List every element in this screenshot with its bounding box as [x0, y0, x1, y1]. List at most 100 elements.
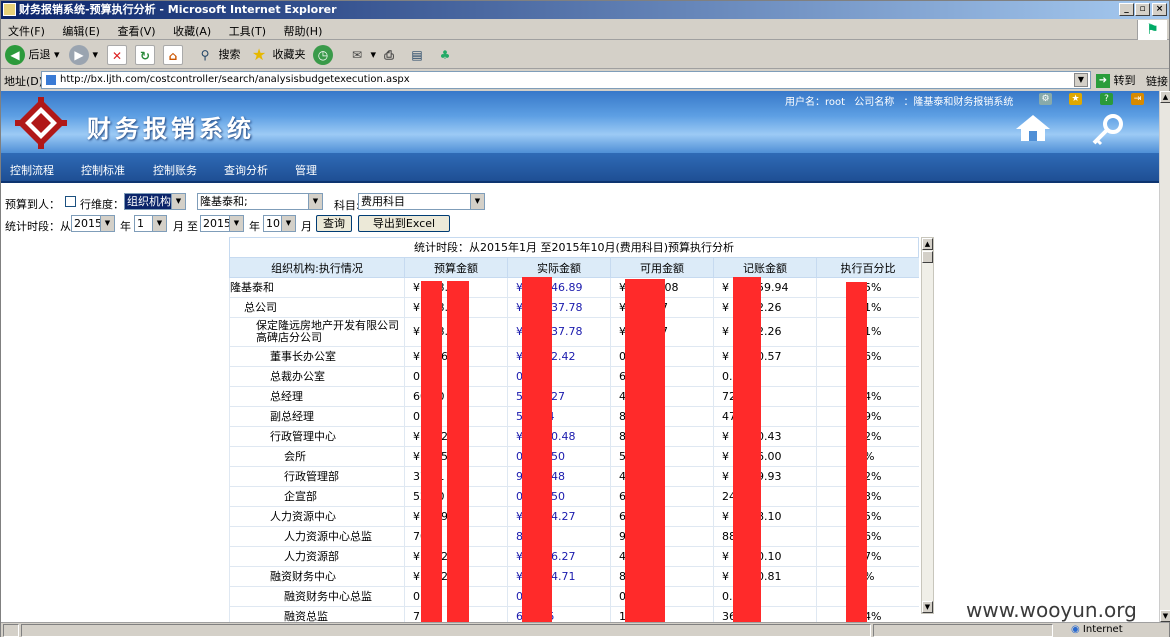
row-org-name: 融资总监	[229, 606, 405, 622]
help-icon[interactable]: ?	[1100, 93, 1113, 105]
row-org-name: 人力资源中心总监	[229, 526, 405, 547]
table-row: 融资财务中心总监00.00000.00%	[229, 586, 919, 607]
messenger-button[interactable]: ♣	[435, 44, 455, 66]
row-org-name: 保定隆远房地产开发有限公司高碑店分公司	[229, 317, 405, 347]
row-org-name: 行政管理中心	[229, 426, 405, 447]
col-actual: 实际金额	[507, 257, 611, 278]
from-month-select[interactable]: 1 ▼	[134, 215, 167, 232]
menu-file[interactable]: 文件(F)	[1, 20, 52, 42]
menu-favorites[interactable]: 收藏(A)	[166, 20, 218, 42]
report-scrollbar[interactable]: ▲ ▼	[921, 237, 934, 614]
report-title: 统计时段：从2015年1月 至2015年10月(费用科目)预算执行分析	[229, 237, 919, 257]
favorite-star-icon[interactable]: ★	[1069, 93, 1082, 105]
cell-pct: 3%	[816, 566, 919, 587]
nav-item-control-flow[interactable]: 控制流程	[10, 162, 54, 178]
col-available: 可用金额	[610, 257, 714, 278]
filter-panel: 预算到人： 行维度： 组织机构 ▼ 隆基泰和; ▼ 科目: 费用科目 ▼ 统计时…	[1, 191, 1159, 235]
nav-item-manage[interactable]: 管理	[295, 162, 317, 178]
budget-to-checkbox[interactable]	[65, 196, 76, 207]
address-input[interactable]: http://bx.ljth.com/costcontroller/search…	[41, 71, 1091, 89]
cell-pct: %	[816, 366, 919, 387]
export-excel-button[interactable]: 导出到Excel	[358, 215, 450, 232]
close-button[interactable]: ×	[1152, 3, 1167, 16]
col-budget: 预算金额	[404, 257, 508, 278]
edit-button[interactable]: ▤	[407, 44, 427, 66]
scroll-up-icon[interactable]: ▲	[922, 238, 933, 250]
from-month-unit: 月	[173, 220, 184, 233]
forward-button[interactable]: ▶ ▾	[69, 44, 98, 66]
cell-pct: 06%	[816, 526, 919, 547]
minimize-button[interactable]: _	[1119, 3, 1134, 16]
redaction-bar	[625, 279, 665, 622]
cell-pct: 93%	[816, 486, 919, 507]
org-select[interactable]: 隆基泰和; ▼	[197, 193, 323, 210]
browser-window: 财务报销系统-预算执行分析 - Microsoft Internet Explo…	[0, 0, 1170, 637]
home-icon[interactable]	[1014, 113, 1052, 143]
status-bar: ◉ Internet	[1, 622, 1169, 637]
cell-booked: 0.00	[713, 366, 817, 387]
menu-help[interactable]: 帮助(H)	[277, 20, 330, 42]
cell-pct: 76%	[816, 346, 919, 367]
menu-tools[interactable]: 工具(T)	[222, 20, 273, 42]
scroll-thumb[interactable]	[922, 251, 933, 263]
col-percent: 执行百分比	[816, 257, 919, 278]
star-icon: ★	[249, 45, 269, 65]
cell-booked: 0.00	[713, 586, 817, 607]
back-button[interactable]: ◀ 后退 ▾	[5, 44, 60, 66]
settings-icon[interactable]: ⚙	[1039, 93, 1052, 105]
scroll-down-icon[interactable]: ▼	[922, 601, 933, 613]
key-icon[interactable]	[1089, 113, 1125, 147]
row-dim-label: 行维度：	[80, 198, 124, 211]
history-button[interactable]: ◷	[313, 44, 333, 66]
page-scroll-up-icon[interactable]: ▲	[1160, 91, 1170, 103]
table-row: 融资总监7.83684.5513.28363.3074%	[229, 606, 919, 622]
to-year-select[interactable]: 2015 ▼	[200, 215, 244, 232]
system-title: 财务报销系统	[87, 114, 255, 143]
redaction-bar	[522, 277, 552, 622]
home-button[interactable]: ⌂	[163, 44, 183, 66]
watermark: www.wooyun.org	[963, 598, 1140, 622]
period-label: 统计时段：从	[5, 220, 71, 233]
cell-pct: 11%	[816, 317, 919, 347]
page-scrollbar[interactable]: ▲ ▼	[1159, 91, 1170, 622]
stop-button[interactable]: ✕	[107, 44, 127, 66]
row-org-name: 人力资源中心	[229, 506, 405, 527]
table-row: 副总经理0.00516.2483.76470.5489%	[229, 406, 919, 427]
query-button[interactable]: 查询	[316, 215, 352, 232]
favorites-button[interactable]: ★ 收藏夹	[249, 44, 306, 66]
to-year-unit: 年	[249, 220, 260, 233]
logout-icon[interactable]: ⇥	[1131, 93, 1144, 105]
company-label: 公司名称	[854, 97, 895, 108]
mail-button[interactable]: ✉ ▾	[347, 44, 376, 66]
menu-edit[interactable]: 编辑(E)	[55, 20, 107, 42]
subject-select[interactable]: 费用科目 ▼	[358, 193, 485, 210]
cell-booked: ¥ 61,659.94	[713, 277, 817, 298]
cell-booked: ¥ 4,668.10	[713, 506, 817, 527]
maximize-button[interactable]: ▫	[1135, 3, 1150, 16]
table-row: 行政管理中心¥ 63.27¥ 0,130.48832.79¥ 0,890.430…	[229, 426, 919, 447]
links-button[interactable]: 链接	[1146, 73, 1168, 89]
windows-flag-icon: ⚑	[1137, 20, 1167, 40]
table-row: 隆基泰和¥ 608.97¥ 03,246.89¥ 5,262.08¥ 61,65…	[229, 277, 919, 298]
search-button[interactable]: ⚲ 搜索	[195, 44, 241, 66]
from-year-select[interactable]: 2015 ▼	[71, 215, 115, 232]
app-header: 财务报销系统 用户名：root 公司名称 ：隆基泰和财务报销系统 ⚙ ★ ? ⇥	[1, 91, 1159, 153]
org-dropdown-icon: ▼	[308, 194, 322, 209]
menu-view[interactable]: 查看(V)	[110, 20, 162, 42]
row-dim-select[interactable]: 组织机构 ▼	[124, 193, 186, 210]
nav-item-control-standard[interactable]: 控制标准	[81, 162, 125, 178]
stop-icon: ✕	[107, 45, 127, 65]
address-dropdown-icon[interactable]: ▼	[1074, 73, 1088, 87]
nav-item-control-accounts[interactable]: 控制账务	[153, 162, 197, 178]
to-month-select[interactable]: 10 ▼	[263, 215, 296, 232]
to-month-dropdown-icon: ▼	[281, 216, 295, 231]
go-button[interactable]: ➜ 转到	[1096, 72, 1136, 88]
refresh-button[interactable]: ↻	[135, 44, 155, 66]
printer-icon: ⎙	[379, 45, 399, 65]
cell-booked: ¥ 6,080.10	[713, 546, 817, 567]
report-table: 组织机构:执行情况 预算金额 实际金额 可用金额 记账金额 执行百分比 隆基泰和…	[229, 257, 919, 622]
search-icon: ⚲	[195, 45, 215, 65]
nav-item-query-analysis[interactable]: 查询分析	[224, 162, 268, 178]
page-scroll-down-icon[interactable]: ▼	[1160, 610, 1170, 622]
print-button[interactable]: ⎙	[379, 44, 399, 66]
